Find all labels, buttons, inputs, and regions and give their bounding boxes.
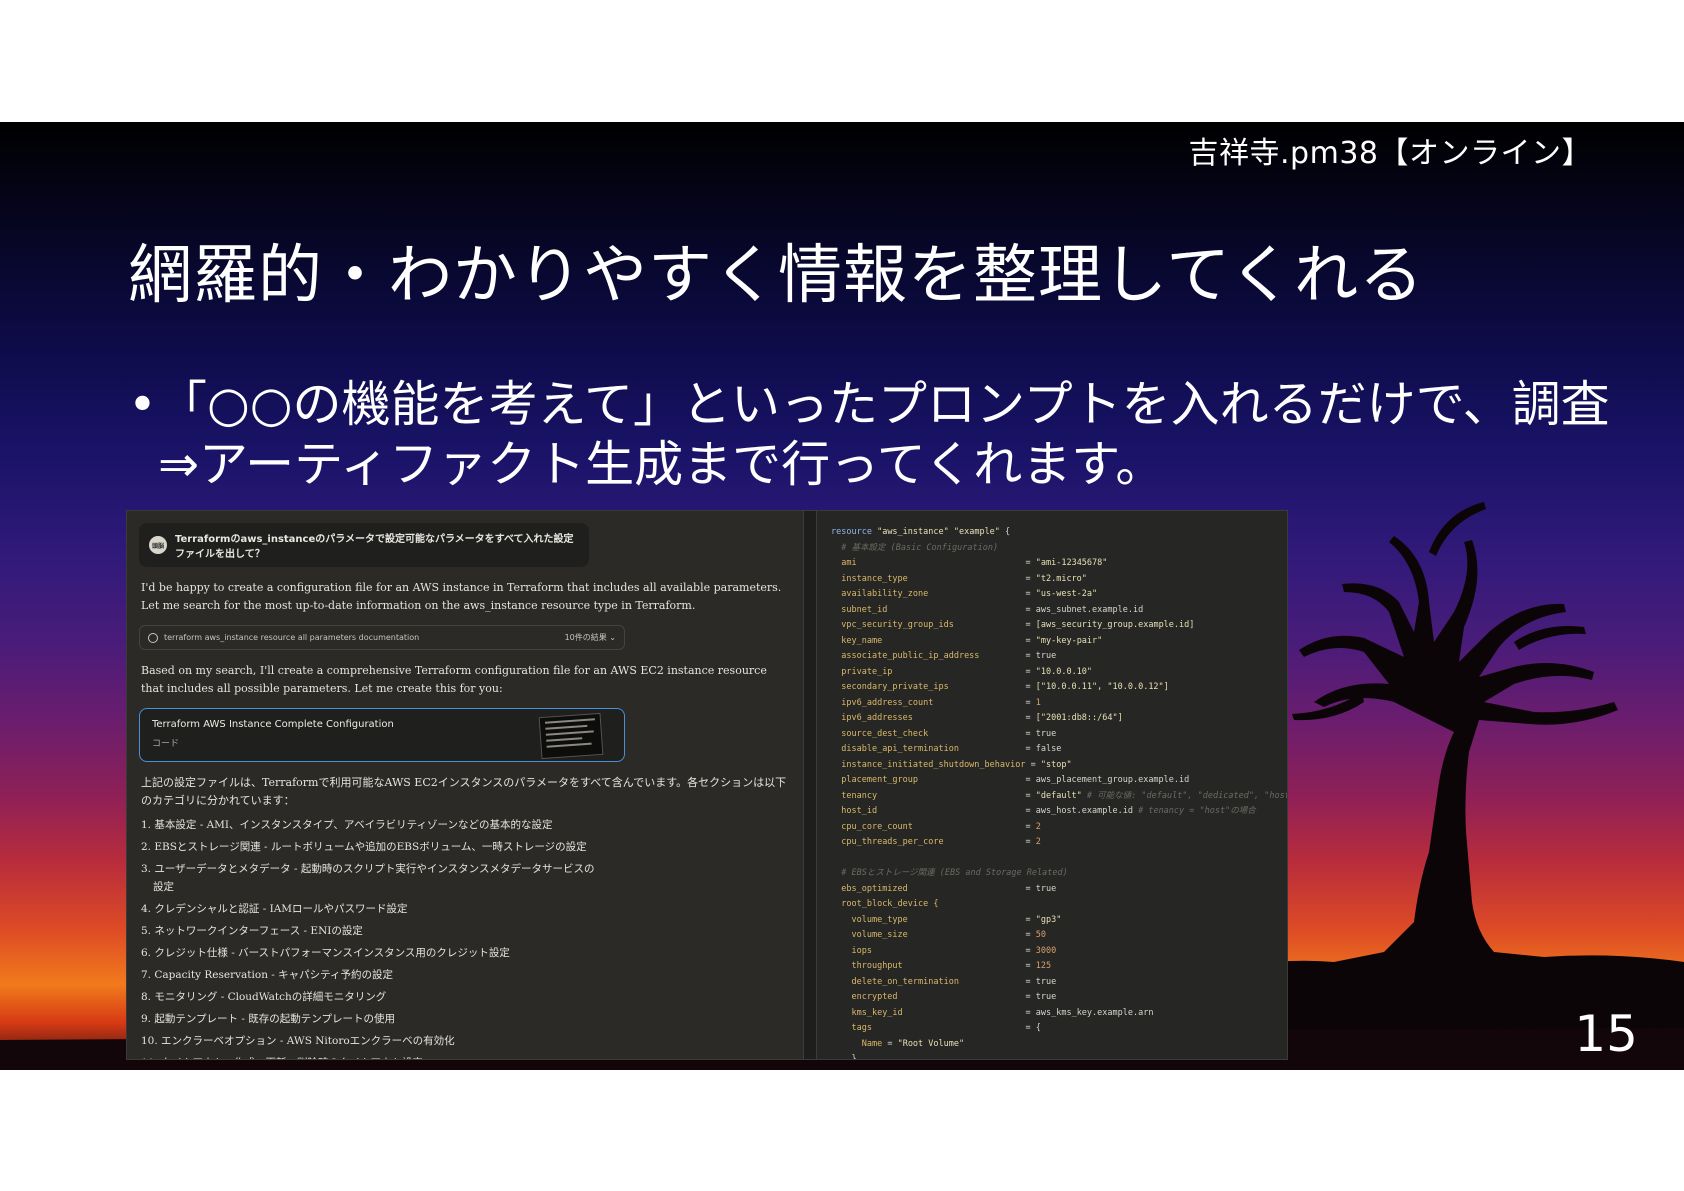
code-line: Name = "Root Volume" — [861, 1038, 965, 1049]
list-item-continuation: 設定 — [153, 881, 174, 893]
list-item: 10. エンクラーベオプション - AWS Nitoroエンクラーベの有効化 — [141, 1035, 455, 1047]
chat-pane: 頭脳 Terraformのaws_instanceのパラメータで設定可能なパラメ… — [127, 511, 803, 1059]
code-header-line: resource "aws_instance" "example" { — [831, 527, 1011, 537]
code-line: subnet_id = aws_subnet.example.id — [841, 604, 1144, 615]
code-line: throughput = 125 — [851, 961, 1052, 971]
bullet-text-line-2: ⇒アーティファクト生成まで行ってくれます。 — [158, 436, 1165, 493]
code-line: ipv6_address_count = 1 — [841, 697, 1041, 708]
code-line: associate_public_ip_address = true — [841, 651, 1057, 661]
claude-screenshot: 頭脳 Terraformのaws_instanceのパラメータで設定可能なパラメ… — [126, 510, 1288, 1060]
search-query: terraform aws_instance resource all para… — [164, 633, 420, 642]
user-avatar: 頭脳 — [149, 536, 167, 554]
code-line: availability_zone = "us-west-2a" — [841, 589, 1098, 599]
list-item: 9. 起動テンプレート - 既存の起動テンプレートの使用 — [141, 1013, 395, 1025]
globe-icon — [148, 632, 158, 643]
category-list: 1. 基本設定 - AMI、インスタンスタイプ、アベイラビリティゾーンなどの基本… — [139, 814, 791, 1059]
search-result-count: 10件の結果 ⌄ — [564, 633, 616, 642]
code-line: source_dest_check = true — [841, 728, 1057, 739]
assistant-summary-text: 上記の設定ファイルは、Terraformで利用可能なAWS EC2インスタンスの… — [141, 776, 787, 807]
list-item: 1. 基本設定 - AMI、インスタンスタイプ、アベイラビリティゾーンなどの基本… — [141, 819, 553, 831]
code-line: instance_type = "t2.micro" — [841, 573, 1087, 584]
pane-resize-handle[interactable] — [803, 511, 817, 1059]
list-item: 4. クレデンシャルと認証 - IAMロールやパスワード設定 — [141, 903, 408, 915]
code-line: volume_size = 50 — [851, 930, 1046, 940]
slide-title: 網羅的・わかりやすく情報を整理してくれる — [128, 239, 1425, 313]
code-artifact-pane: resource "aws_instance" "example" { # 基本… — [817, 511, 1288, 1060]
code-line: private_ip = "10.0.0.10" — [841, 666, 1093, 677]
code-line: placement_group = aws_placement_group.ex… — [841, 775, 1190, 785]
code-line: host_id = aws_host.example.id # tenancy … — [841, 806, 1256, 816]
list-item: 6. クレジット仕様 - バーストパフォーマンスインスタンス用のクレジット設定 — [141, 947, 510, 959]
code-line: vpc_security_group_ids = [aws_security_g… — [841, 620, 1195, 630]
artifact-thumbnail — [538, 712, 604, 760]
code-line: kms_key_id = aws_kms_key.example.arn — [851, 1007, 1154, 1018]
chevron-down-icon: ⌄ — [609, 633, 616, 642]
bullet-point: • 「○○の機能を考えて」といったプロンプトを入れるだけで、調査 ⇒アーティファ… — [128, 375, 1610, 495]
event-label: 吉祥寺.pm38【オンライン】 — [1188, 136, 1592, 171]
code-comment: # EBSとストレージ関連 (EBS and Storage Related) — [841, 868, 1068, 878]
list-item: 8. モニタリング - CloudWatchの詳細モニタリング — [141, 991, 387, 1003]
code-line: cpu_core_count = 2 — [841, 821, 1041, 832]
code-line: secondary_private_ips = ["10.0.0.11", "1… — [841, 682, 1169, 692]
page-number: 15 — [1574, 1005, 1638, 1063]
code-line: encrypted = true — [851, 992, 1057, 1002]
slide: 吉祥寺.pm38【オンライン】 網羅的・わかりやすく情報を整理してくれる • 「… — [0, 122, 1684, 1070]
bullet-marker: • — [128, 376, 157, 433]
code-block-open: root_block_device { — [841, 899, 939, 909]
assistant-intro-text: I'd be happy to create a configuration f… — [141, 581, 782, 612]
code-line: ipv6_addresses = ["2001:db8::/64"] — [841, 713, 1123, 723]
list-item: 5. ネットワークインターフェース - ENIの設定 — [141, 925, 363, 937]
code-line: ebs_optimized = true — [841, 883, 1057, 894]
code-comment: # 基本設定 (Basic Configuration) — [841, 542, 999, 553]
code-line: instance_initiated_shutdown_behavior = "… — [841, 759, 1072, 770]
list-item: 2. EBSとストレージ関連 - ルートボリュームや追加のEBSボリューム、一時… — [141, 841, 587, 853]
code-line: key_name = "my-key-pair" — [841, 635, 1103, 646]
artifact-card[interactable]: Terraform AWS Instance Complete Configur… — [139, 708, 625, 762]
assistant-followup-text: Based on my search, I'll create a compre… — [141, 664, 767, 695]
code-closing-brace: } — [851, 1054, 857, 1060]
code-line: tenancy = "default" # 可能な値: "default", "… — [841, 790, 1288, 801]
code-line: ami = "ami-12345678" — [841, 558, 1108, 568]
list-item: 11. タイムアウト - 作成、更新、削除時のタイムアウト設定 — [141, 1052, 789, 1059]
list-item: 3. ユーザーデータとメタデータ - 起動時のスクリプト実行やインスタンスメタデ… — [141, 863, 595, 875]
user-prompt-bubble: 頭脳 Terraformのaws_instanceのパラメータで設定可能なパラメ… — [139, 523, 589, 567]
code-line: tags = { — [851, 1023, 1041, 1033]
bullet-text-line-1: 「○○の機能を考えて」といったプロンプトを入れるだけで、調査 — [158, 376, 1610, 433]
code-line: cpu_threads_per_core = 2 — [841, 837, 1041, 847]
list-item: 7. Capacity Reservation - キャパシティ予約の設定 — [141, 969, 394, 981]
code-line: volume_type = "gp3" — [851, 914, 1062, 925]
code-line: delete_on_termination = true — [851, 976, 1057, 987]
code-line: iops = 3000 — [851, 945, 1057, 956]
user-prompt-text: Terraformのaws_instanceのパラメータで設定可能なパラメータを… — [175, 534, 574, 560]
code-line: disable_api_termination = false — [841, 744, 1062, 754]
web-search-result[interactable]: terraform aws_instance resource all para… — [139, 625, 625, 650]
